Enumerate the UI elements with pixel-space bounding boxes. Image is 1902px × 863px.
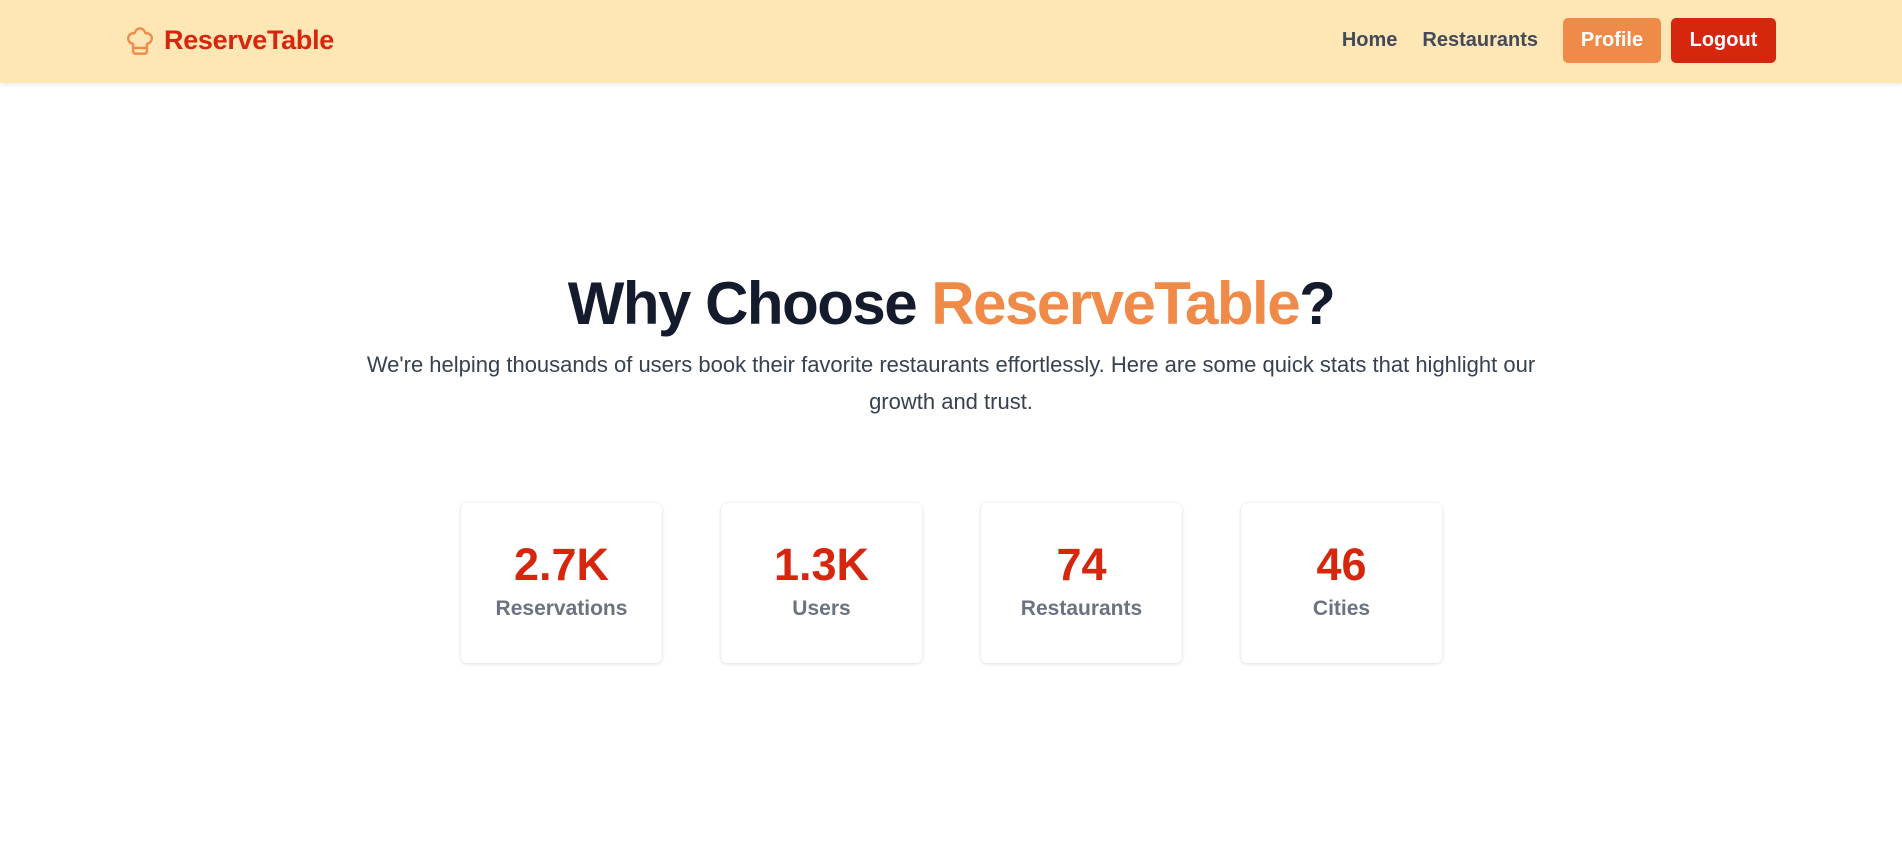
stat-card-users: 1.3K Users: [721, 503, 922, 663]
stat-label: Restaurants: [1020, 597, 1143, 620]
stat-label: Cities: [1312, 597, 1371, 620]
hero-title-suffix: ?: [1299, 270, 1336, 337]
hero-section: Why Choose ReserveTable? We're helping t…: [0, 268, 1902, 420]
stat-label: Users: [792, 597, 851, 620]
logout-button[interactable]: Logout: [1671, 18, 1776, 63]
chef-hat-icon: [127, 26, 153, 55]
navbar: ReserveTable Home Restaurants Profile Lo…: [0, 0, 1902, 83]
stat-value: 46: [1316, 539, 1367, 590]
hero-title: Why Choose ReserveTable?: [0, 268, 1902, 340]
nav-link-restaurants[interactable]: Restaurants: [1422, 29, 1538, 52]
hero-title-prefix: Why Choose: [567, 270, 932, 337]
stat-card-restaurants: 74 Restaurants: [981, 503, 1182, 663]
stat-card-reservations: 2.7K Reservations: [461, 503, 662, 663]
nav-menu: Home Restaurants Profile Logout: [1342, 18, 1776, 63]
stat-label: Reservations: [495, 597, 628, 620]
brand-logo[interactable]: ReserveTable: [126, 25, 334, 56]
stat-value: 74: [1056, 539, 1107, 590]
stat-card-cities: 46 Cities: [1241, 503, 1442, 663]
hero-subtitle: We're helping thousands of users book th…: [366, 352, 1536, 414]
hero-title-brand: ReserveTable: [931, 270, 1300, 337]
nav-link-home[interactable]: Home: [1342, 29, 1398, 52]
stat-value: 2.7K: [513, 539, 610, 590]
stats-section: 2.7K Reservations 1.3K Users 74 Restaura…: [461, 503, 1442, 663]
stat-value: 1.3K: [773, 539, 870, 590]
brand-name: ReserveTable: [164, 25, 335, 55]
profile-button[interactable]: Profile: [1563, 18, 1661, 63]
